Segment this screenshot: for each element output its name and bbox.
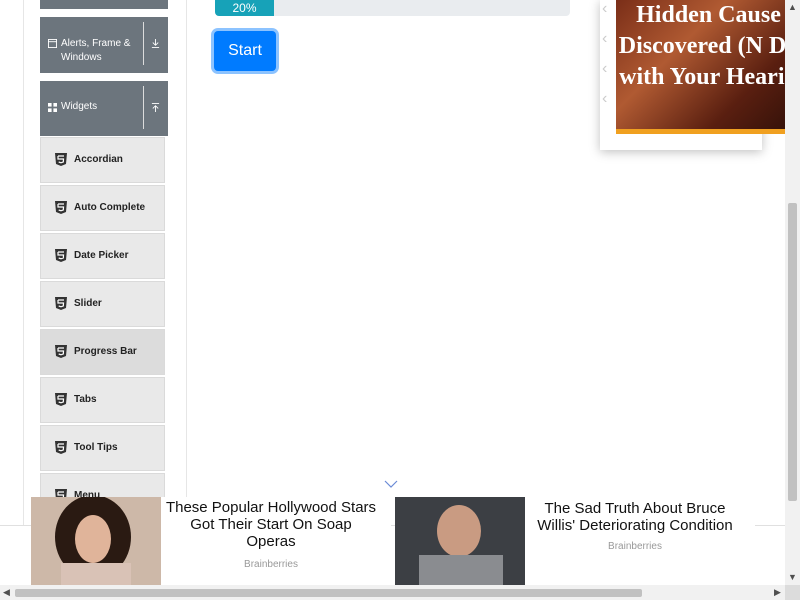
sidebar-group-widgets[interactable]: Widgets (40, 81, 168, 136)
ad-headline: Hidden Cause Discovered (N Do with Your … (618, 2, 799, 90)
vertical-scrollbar[interactable]: ▲ ▼ (785, 0, 800, 585)
vertical-scrollbar-thumb[interactable] (788, 203, 797, 501)
sidebar-item-tool-tips[interactable]: Tool Tips (40, 425, 165, 471)
html5-icon (55, 441, 67, 454)
sidebar-group-label: Alerts, Frame & Windows (61, 38, 131, 63)
collapse-button[interactable] (143, 86, 168, 129)
progress-bar-fill: 20% (215, 0, 274, 16)
scroll-up-icon[interactable]: ▲ (788, 2, 797, 12)
grid-icon (48, 103, 57, 112)
download-arrow-icon (151, 39, 160, 48)
ad-card-soap-operas[interactable]: These Popular Hollywood Stars Got Their … (31, 497, 391, 585)
advertisement-image[interactable]: Hidden Cause Discovered (N Do with Your … (616, 0, 800, 133)
html5-icon (55, 345, 67, 358)
sidebar-group-label: Widgets (61, 101, 98, 112)
scroll-left-icon[interactable]: ◀ (3, 587, 10, 598)
ad-title: These Popular Hollywood Stars Got Their … (165, 499, 377, 550)
sidebar-group-previous[interactable] (40, 0, 168, 9)
horizontal-scrollbar[interactable]: ◀ ▶ (0, 585, 785, 600)
sidebar-item-label: Slider (74, 298, 102, 309)
sidebar-item-label: Tabs (74, 394, 97, 405)
ad-photo (31, 497, 161, 585)
expand-button[interactable] (143, 22, 168, 65)
sidebar-group-alerts[interactable]: Alerts, Frame & Windows (40, 17, 168, 73)
sidebar-item-tabs[interactable]: Tabs (40, 377, 165, 423)
sidebar-item-label: Date Picker (74, 250, 129, 261)
html5-icon (55, 201, 67, 214)
sidebar-item-accordian[interactable]: Accordian (40, 137, 165, 183)
ad-source: Brainberries (608, 541, 662, 552)
scrollbar-corner (785, 585, 800, 600)
sidebar-item-auto-complete[interactable]: Auto Complete (40, 185, 165, 231)
html5-icon (55, 153, 67, 166)
ad-photo (395, 497, 525, 585)
sidebar-item-date-picker[interactable]: Date Picker (40, 233, 165, 279)
scroll-down-icon[interactable]: ▼ (788, 572, 797, 582)
sidebar-item-label: Tool Tips (74, 442, 118, 453)
chevron-down-icon[interactable] (384, 479, 398, 489)
ad-card-bruce-willis[interactable]: The Sad Truth About Bruce Willis' Deteri… (395, 497, 755, 585)
ad-title: The Sad Truth About Bruce Willis' Deteri… (537, 500, 733, 534)
html5-icon (55, 249, 67, 262)
horizontal-scrollbar-thumb[interactable] (15, 589, 642, 597)
html5-icon (55, 297, 67, 310)
html5-icon (55, 393, 67, 406)
sidebar-item-label: Auto Complete (74, 202, 146, 213)
sidebar-item-label: Progress Bar (74, 346, 137, 357)
window-icon (48, 39, 57, 48)
sidebar-item-label: Accordian (74, 154, 123, 165)
ad-source: Brainberries (244, 559, 298, 570)
sidebar-item-slider[interactable]: Slider (40, 281, 165, 327)
progress-bar: 20% (215, 0, 570, 16)
scroll-right-icon[interactable]: ▶ (774, 587, 781, 598)
start-button[interactable]: Start (214, 31, 276, 71)
ad-accent-stripe (616, 129, 800, 134)
ad-nav-arrows: ‹ ‹ ‹ ‹ (602, 0, 608, 107)
sidebar-item-progress-bar[interactable]: Progress Bar (40, 329, 165, 375)
upload-arrow-icon (151, 103, 160, 112)
